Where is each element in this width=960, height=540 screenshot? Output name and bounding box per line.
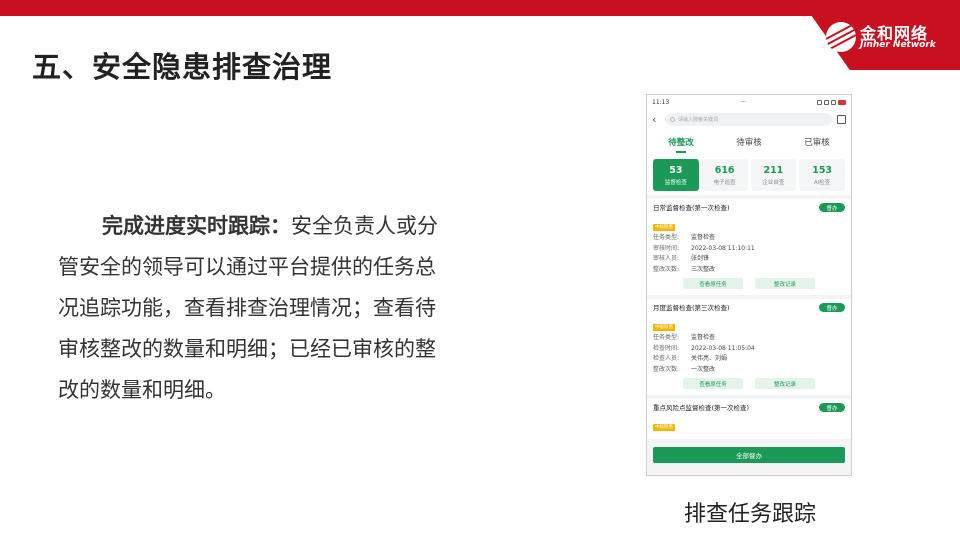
field-key: 审核人员: [653, 255, 680, 262]
field-key: 任务类型: [653, 334, 680, 341]
screenshot-caption: 排查任务跟踪 [683, 502, 816, 527]
hazard-level-badge: 中级隐患 [653, 424, 675, 431]
field-row: 整改次数: 三次整改 [653, 265, 845, 276]
tab-pending-review[interactable]: 待审核 [736, 136, 762, 153]
field-key: 任务类型: [653, 234, 680, 241]
stats-row: 53 监督检查 616 电子巡查 211 企业自查 153 AI检查 [647, 159, 851, 195]
rectify-record-button[interactable]: 整改记录 [755, 378, 815, 389]
signal-icon [831, 99, 836, 105]
status-bar: 11:13 ··· [647, 95, 851, 109]
stat-number: 153 [812, 164, 833, 176]
stat-self-check[interactable]: 211 企业自查 [750, 159, 797, 191]
field-value: 监督检查 [691, 234, 716, 241]
status-more: ··· [740, 98, 747, 106]
stat-ai-check[interactable]: 153 AI检查 [799, 159, 845, 191]
field-value: 监督检查 [691, 334, 716, 341]
stat-label: 监督检查 [664, 179, 687, 186]
hazard-level-badge: 中级隐患 [653, 224, 675, 231]
stat-number: 53 [669, 164, 683, 176]
search-icon [670, 116, 675, 122]
search-input[interactable]: 请输入搜索关键词 [665, 112, 832, 126]
logo-en-text: Jinher Network [860, 40, 936, 50]
task-card: 重点风险点监督检查(第一次检查) 督办 中级隐患 [647, 399, 851, 439]
phone-screenshot: 11:13 ··· ‹ 请输入搜索关键词 待整改 待审核 已审核 53 监督检查… [646, 94, 852, 476]
card-actions: 查看原任务 整改记录 [653, 378, 845, 389]
stat-number: 211 [763, 164, 784, 176]
tab-pending-rectify[interactable]: 待整改 [668, 136, 694, 153]
card-actions: 查看原任务 整改记录 [653, 278, 845, 289]
stat-label: 电子巡查 [713, 179, 736, 186]
supervise-all-button[interactable]: 全部督办 [653, 447, 845, 463]
back-arrow-icon[interactable]: ‹ [652, 113, 660, 126]
description-lead: 完成进度实时跟踪： [102, 214, 291, 238]
field-key: 整改次数: [653, 265, 680, 273]
field-value: 关伟亮、刘娟 [691, 355, 728, 362]
task-title: 日常监督检查(第一次检查) [653, 204, 730, 212]
field-row: 检查时间: 2022-03-08 11:05:04 [653, 344, 845, 355]
stat-supervision-check[interactable]: 53 监督检查 [653, 159, 699, 191]
supervise-button[interactable]: 督办 [819, 303, 845, 312]
field-key: 检查时间: [653, 344, 680, 352]
stat-label: AI检查 [813, 179, 831, 186]
field-value: 2022-03-08 11:05:04 [691, 344, 755, 352]
status-tabs: 待整改 待审核 已审核 [647, 129, 851, 159]
description-body: 安全负责人或分管安全的领导可以通过平台提供的任务总况追踪功能，查看排查治理情况；… [58, 214, 438, 402]
hazard-level-badge: 中级隐患 [653, 324, 675, 331]
bluetooth-icon [817, 99, 822, 105]
field-key: 整改次数: [653, 365, 680, 373]
slide-title: 五、安全隐患排查治理 [32, 50, 333, 84]
field-value: 一次整改 [691, 365, 716, 373]
field-value: 三次整改 [691, 265, 716, 273]
field-value: 2022-03-08 11:10:11 [691, 244, 755, 252]
filter-icon[interactable] [837, 114, 846, 124]
field-key: 审核时间: [653, 244, 680, 252]
search-row: ‹ 请输入搜索关键词 [647, 109, 851, 129]
search-placeholder: 请输入搜索关键词 [678, 116, 719, 123]
tab-reviewed[interactable]: 已审核 [804, 136, 830, 153]
view-original-task-button[interactable]: 查看原任务 [683, 278, 743, 289]
status-time: 11:13 [652, 98, 670, 106]
task-card: 日常监督检查(第一次检查) 督办 中级隐患 任务类型: 监督检查 审核时间: 202… [647, 199, 851, 295]
supervise-button[interactable]: 督办 [819, 403, 845, 412]
rectify-record-button[interactable]: 整改记录 [755, 278, 815, 289]
task-card: 月度监督检查(第三次检查) 督办 中级隐患 任务类型: 监督检查 检查时间: 202… [647, 299, 851, 395]
battery-icon [838, 99, 846, 105]
field-value: 张剑锋 [691, 255, 710, 262]
status-icons [817, 99, 846, 105]
supervise-button[interactable]: 督办 [819, 203, 845, 212]
logo-globe-icon [826, 22, 856, 52]
stat-label: 企业自查 [762, 179, 785, 186]
stat-number: 616 [714, 164, 735, 176]
stat-electronic-patrol[interactable]: 616 电子巡查 [701, 159, 748, 191]
field-row: 检查人员: 关伟亮、刘娟 [653, 354, 845, 365]
wifi-icon [824, 99, 829, 105]
field-row: 任务类型: 监督检查 [653, 233, 845, 244]
description-paragraph: 完成进度实时跟踪：安全负责人或分管安全的领导可以通过平台提供的任务总况追踪功能，… [58, 206, 448, 411]
field-key: 检查人员: [653, 355, 680, 362]
field-row: 审核人员: 张剑锋 [653, 254, 845, 265]
view-original-task-button[interactable]: 查看原任务 [683, 378, 743, 389]
task-title: 重点风险点监督检查(第一次检查) [653, 404, 750, 412]
task-title: 月度监督检查(第三次检查) [653, 304, 730, 312]
field-row: 整改次数: 一次整改 [653, 365, 845, 376]
field-row: 任务类型: 监督检查 [653, 333, 845, 344]
field-row: 审核时间: 2022-03-08 11:10:11 [653, 244, 845, 255]
